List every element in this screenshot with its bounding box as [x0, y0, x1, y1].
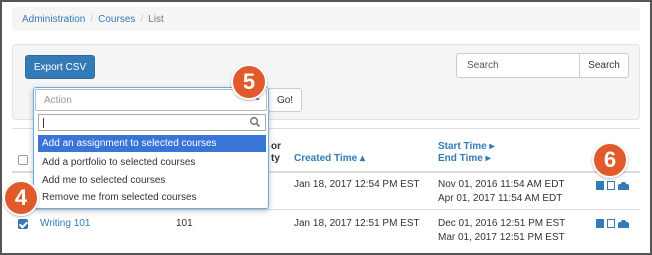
go-button[interactable]: Go! — [268, 88, 302, 112]
file-icon[interactable] — [596, 181, 604, 190]
edit-icon[interactable] — [607, 181, 615, 190]
table-row-divider — [12, 209, 640, 210]
search-icon — [250, 117, 261, 128]
export-csv-button[interactable]: Export CSV — [25, 55, 95, 79]
instructor-header-fragment: or — [271, 141, 281, 152]
action-select[interactable]: Action ▲ — [35, 89, 267, 111]
created-time-cell: Jan 18, 2017 12:51 PM EST — [294, 218, 420, 229]
callout-badge: 6 — [592, 142, 628, 178]
breadcrumb-separator: / — [140, 13, 144, 25]
breadcrumb-courses[interactable]: Courses — [98, 14, 135, 25]
breadcrumb-current: List — [148, 13, 164, 25]
end-time-cell: Mar 01, 2017 12:51 PM EST — [438, 232, 565, 243]
end-time-header[interactable]: End Time ▸ — [438, 153, 491, 164]
dropdown-option[interactable]: Add a portfolio to selected courses — [38, 154, 266, 171]
dropdown-search-input[interactable] — [38, 114, 266, 131]
select-all-checkbox[interactable] — [18, 155, 28, 165]
callout-badge: 4 — [3, 180, 39, 216]
search-button[interactable]: Search — [579, 53, 629, 78]
users-icon[interactable] — [618, 181, 629, 190]
users-icon[interactable] — [618, 219, 629, 228]
start-time-cell: Nov 01, 2016 11:54 AM EDT — [438, 179, 565, 190]
row-checkbox[interactable] — [18, 219, 28, 229]
end-time-cell: Apr 01, 2017 11:54 AM EDT — [438, 193, 563, 204]
start-time-cell: Dec 01, 2016 12:51 PM EST — [438, 218, 566, 229]
search-input[interactable]: Search — [456, 53, 580, 78]
action-select-placeholder: Action — [44, 94, 72, 106]
dropdown-option[interactable]: Add me to selected courses — [38, 172, 266, 189]
created-time-cell: Jan 18, 2017 12:54 PM EST — [294, 179, 420, 190]
instructor-header-fragment: ty — [271, 153, 280, 164]
section-cell: 101 — [176, 218, 193, 229]
breadcrumb-separator: / — [90, 13, 94, 25]
dropdown-option[interactable]: Add an assignment to selected courses — [38, 135, 266, 152]
breadcrumb-administration[interactable]: Administration — [22, 14, 85, 25]
course-name-link[interactable]: Writing 101 — [40, 218, 90, 229]
dropdown-option[interactable]: Remove me from selected courses — [38, 189, 266, 206]
text-cursor — [43, 118, 44, 128]
start-time-header[interactable]: Start Time ▸ — [438, 141, 495, 152]
created-time-header[interactable]: Created Time ▴ — [294, 153, 365, 164]
action-dropdown[interactable]: Action ▲ Add an assignment to selected c… — [33, 87, 269, 209]
breadcrumb: Administration / Courses / List — [12, 7, 640, 31]
callout-badge: 5 — [231, 64, 267, 100]
file-icon[interactable] — [596, 219, 604, 228]
edit-icon[interactable] — [607, 219, 615, 228]
row-actions — [596, 219, 629, 228]
row-actions — [596, 181, 629, 190]
